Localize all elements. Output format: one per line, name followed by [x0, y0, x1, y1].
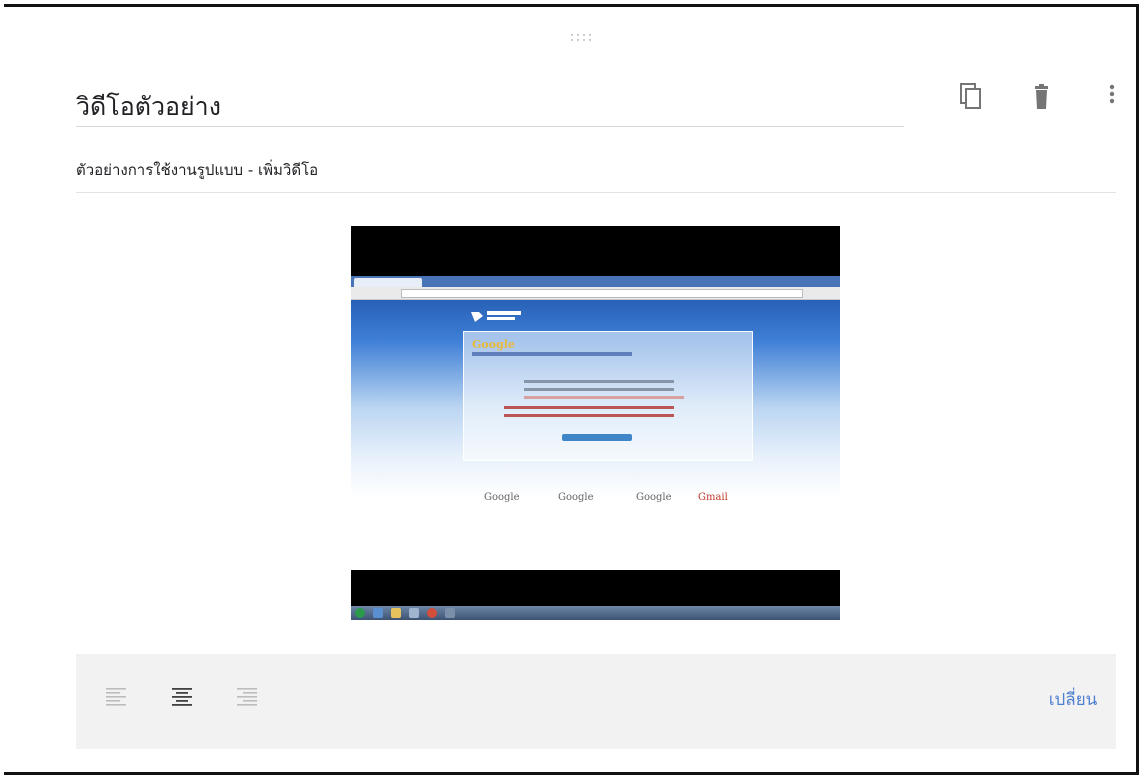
align-center-icon[interactable]: [170, 684, 194, 708]
align-right-icon[interactable]: [235, 684, 259, 708]
question-card: วิดีโอตัวอย่าง ตัวอย่างการใช้งานรูปแบบ -…: [4, 4, 1139, 775]
app-logo: Gmail: [698, 492, 728, 503]
account-form-panel: Google: [463, 331, 753, 461]
panel-subtitle: [472, 352, 632, 356]
browser-url-field: [401, 289, 803, 298]
trash-icon[interactable]: [1025, 79, 1061, 115]
app-logo: Google: [484, 492, 520, 503]
change-video-button[interactable]: เปลี่ยน: [1028, 682, 1118, 718]
form-field: [524, 396, 684, 399]
video-screenshot: Google Google Google Google Gmail: [351, 276, 840, 620]
browser-tab-bar: [351, 276, 840, 287]
windows-taskbar: [351, 606, 840, 620]
video-thumbnail[interactable]: Google Google Google Google Gmail: [351, 226, 840, 620]
alignment-toolbar: เปลี่ยน: [76, 654, 1116, 749]
drag-handle-icon[interactable]: [567, 31, 597, 45]
more-vert-icon[interactable]: [1094, 79, 1130, 115]
video-title-input[interactable]: วิดีโอตัวอย่าง: [76, 89, 904, 127]
google-apps-logo: Google: [472, 338, 515, 351]
form-field: [524, 388, 674, 391]
form-submit-button: [562, 434, 632, 441]
app-logo: Google: [636, 492, 672, 503]
taskbar-icon: [409, 608, 419, 618]
browser-tab: [354, 278, 422, 287]
copy-icon[interactable]: [954, 79, 990, 115]
form-field: [504, 406, 674, 409]
taskbar-icon: [391, 608, 401, 618]
taskbar-icon: [373, 608, 383, 618]
browser-url-bar: [351, 287, 840, 300]
align-left-icon[interactable]: [104, 684, 128, 708]
video-description-input[interactable]: ตัวอย่างการใช้งานรูปแบบ - เพิ่มวิดีโอ: [76, 155, 1116, 193]
university-logo: [469, 308, 539, 324]
taskbar-icon: [427, 608, 437, 618]
form-field: [504, 414, 674, 417]
app-logo: Google: [558, 492, 594, 503]
app-logo-row: Google Google Google Gmail: [476, 488, 746, 510]
form-field: [524, 380, 674, 383]
start-icon: [355, 608, 365, 618]
taskbar-icon: [445, 608, 455, 618]
